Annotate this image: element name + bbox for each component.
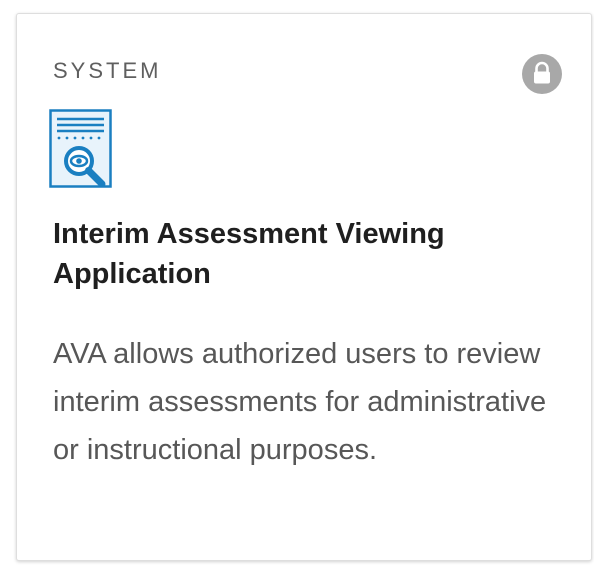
card-title: Interim Assessment Viewing Application (53, 218, 445, 290)
card-category: SYSTEM (53, 58, 162, 83)
card-description: AVA allows authorized users to review in… (53, 338, 547, 466)
system-card[interactable]: SYSTEM Interim Assessment Viewing Applic… (16, 13, 592, 561)
document-magnifier-icon (49, 109, 112, 188)
lock-icon (522, 54, 562, 94)
